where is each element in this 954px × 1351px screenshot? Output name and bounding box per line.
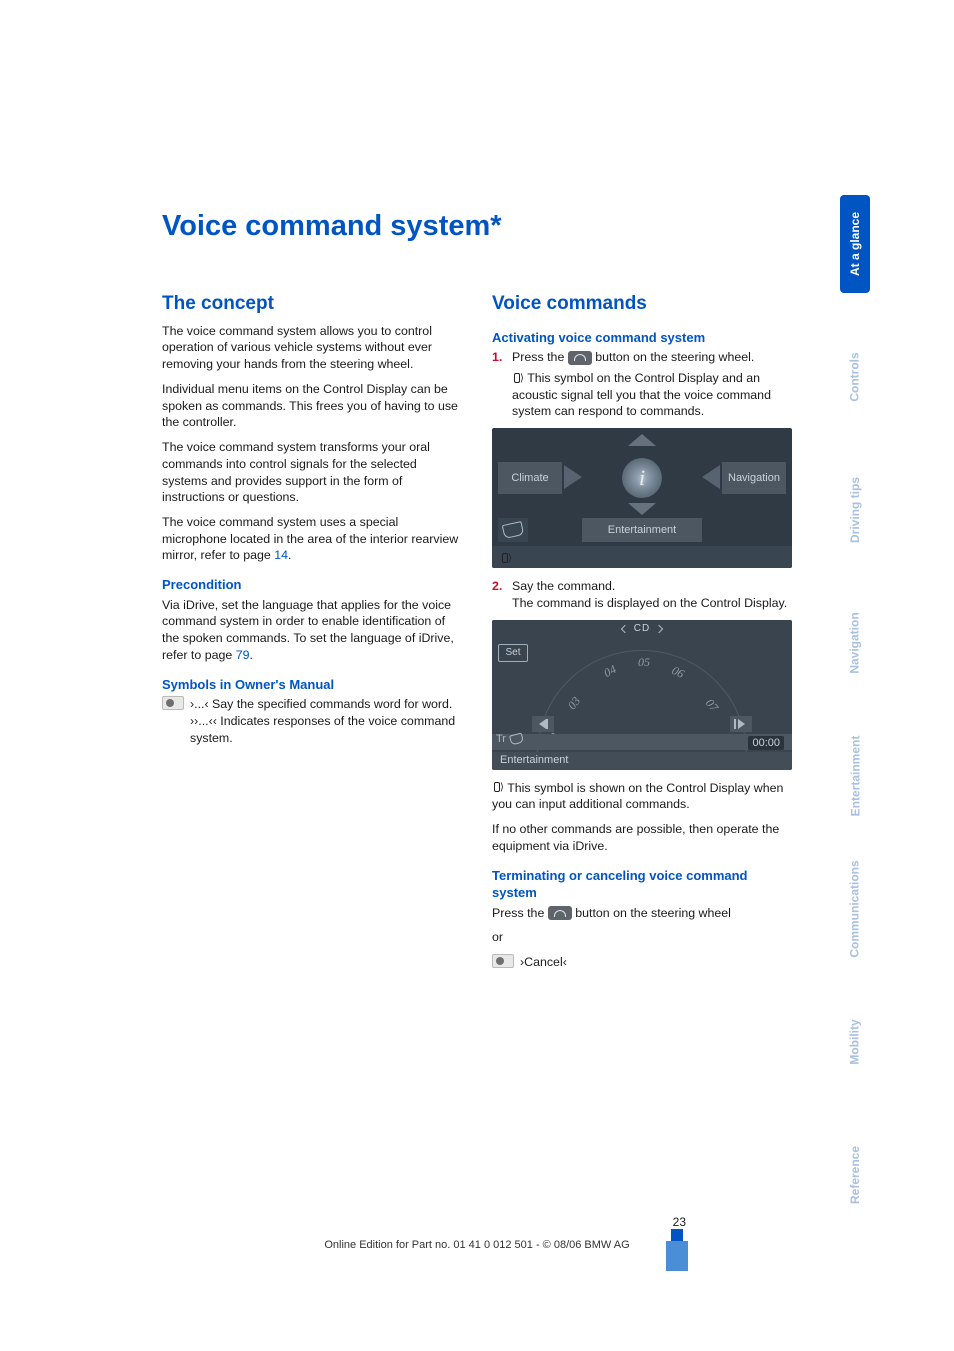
page-corner-mark: [666, 1241, 688, 1271]
para: The voice command system allows you to c…: [162, 323, 462, 373]
symbol-row: ›...‹ Say the specified commands word fo…: [162, 696, 462, 746]
menu-entertainment: Entertainment: [582, 518, 702, 542]
para: Individual menu items on the Control Dis…: [162, 381, 462, 431]
up-arrow-icon: [628, 434, 656, 446]
page-title: Voice command system*: [162, 210, 868, 243]
track-num: 04: [601, 661, 619, 681]
step-1: 1. Press the button on the steering whee…: [492, 349, 792, 420]
tab-entertainment[interactable]: Entertainment: [840, 727, 870, 825]
tab-controls[interactable]: Controls: [840, 328, 870, 426]
footer-line: Online Edition for Part no. 01 41 0 012 …: [0, 1239, 954, 1251]
left-arrow-icon: [564, 465, 582, 489]
page-link-14[interactable]: 14: [274, 548, 288, 562]
skip-back-icon: [532, 716, 554, 732]
para: If no other commands are possible, then …: [492, 821, 792, 854]
mic-indicator-icon: [500, 550, 512, 566]
para: The voice command system uses a special …: [162, 514, 462, 564]
control-display-screenshot-menu: Climate Navigation Entertainment: [492, 428, 792, 568]
bottom-label: Entertainment: [492, 752, 792, 770]
control-display-screenshot-cd: CD Set 02 03 04 05 06 07 08 Tr 00:00 Ent…: [492, 620, 792, 770]
info-center-icon: [622, 458, 662, 498]
listening-icon: [512, 373, 524, 385]
heading-the-concept: The concept: [162, 291, 462, 317]
cancel-command: ›Cancel‹: [520, 954, 567, 971]
cancel-command-row: ›Cancel‹: [492, 954, 792, 971]
track-label: Tr: [496, 732, 523, 747]
tab-at-a-glance[interactable]: At a glance: [840, 195, 870, 293]
skip-forward-icon: [730, 716, 752, 732]
activation-steps-2: 2. Say the command. The command is displ…: [492, 578, 792, 611]
symbol-text: ›...‹ Say the specified commands word fo…: [190, 696, 462, 713]
set-button: Set: [498, 644, 528, 662]
listening-icon: [492, 782, 504, 794]
step-2: 2. Say the command. The command is displ…: [492, 578, 792, 611]
or-text: or: [492, 929, 792, 946]
track-num: 06: [669, 662, 687, 682]
tab-navigation[interactable]: Navigation: [840, 594, 870, 692]
section-tabs: At a glance Controls Driving tips Naviga…: [840, 195, 870, 1224]
tab-reference[interactable]: Reference: [840, 1126, 870, 1224]
heading-voice-commands: Voice commands: [492, 291, 792, 317]
right-column: Voice commands Activating voice command …: [492, 291, 792, 977]
track-num: 07: [702, 695, 722, 715]
activation-steps: 1. Press the button on the steering whee…: [492, 349, 792, 420]
para: Press the button on the steering wheel: [492, 905, 792, 922]
left-column: The concept The voice command system all…: [162, 291, 462, 977]
heading-activating: Activating voice command system: [492, 329, 792, 347]
cd-topbar: CD: [492, 620, 792, 638]
track-num-current: 05: [638, 654, 650, 670]
symbol-text: ››...‹‹ Indicates responses of the voice…: [190, 713, 462, 746]
track-num: 03: [564, 693, 584, 712]
elapsed-time: 00:00: [748, 736, 784, 751]
para: This symbol is shown on the Control Disp…: [492, 780, 792, 813]
down-arrow-icon: [628, 503, 656, 515]
para: Via iDrive, set the language that applie…: [162, 597, 462, 664]
page-number: 23: [673, 1215, 686, 1229]
step-number: 1.: [492, 349, 502, 366]
heading-precondition: Precondition: [162, 576, 462, 594]
tab-mobility[interactable]: Mobility: [840, 993, 870, 1091]
para: The voice command system transforms your…: [162, 439, 462, 506]
page: At a glance Controls Driving tips Naviga…: [0, 0, 954, 1351]
menu-navigation: Navigation: [722, 462, 786, 494]
heading-terminating: Terminating or canceling voice command s…: [492, 867, 792, 902]
heading-symbols: Symbols in Owner's Manual: [162, 676, 462, 694]
phone-icon: [498, 518, 528, 542]
voice-button-icon: [548, 906, 572, 920]
phone-icon: [509, 733, 523, 745]
voice-command-icon: [492, 954, 514, 968]
tab-driving-tips[interactable]: Driving tips: [840, 461, 870, 559]
right-arrow-icon: [702, 465, 720, 489]
voice-command-icon: [162, 696, 184, 710]
tab-communications[interactable]: Communications: [840, 860, 870, 958]
voice-button-icon: [568, 351, 592, 365]
step-number: 2.: [492, 578, 502, 595]
two-columns: The concept The voice command system all…: [162, 291, 868, 977]
menu-climate: Climate: [498, 462, 562, 494]
page-link-79[interactable]: 79: [236, 648, 250, 662]
